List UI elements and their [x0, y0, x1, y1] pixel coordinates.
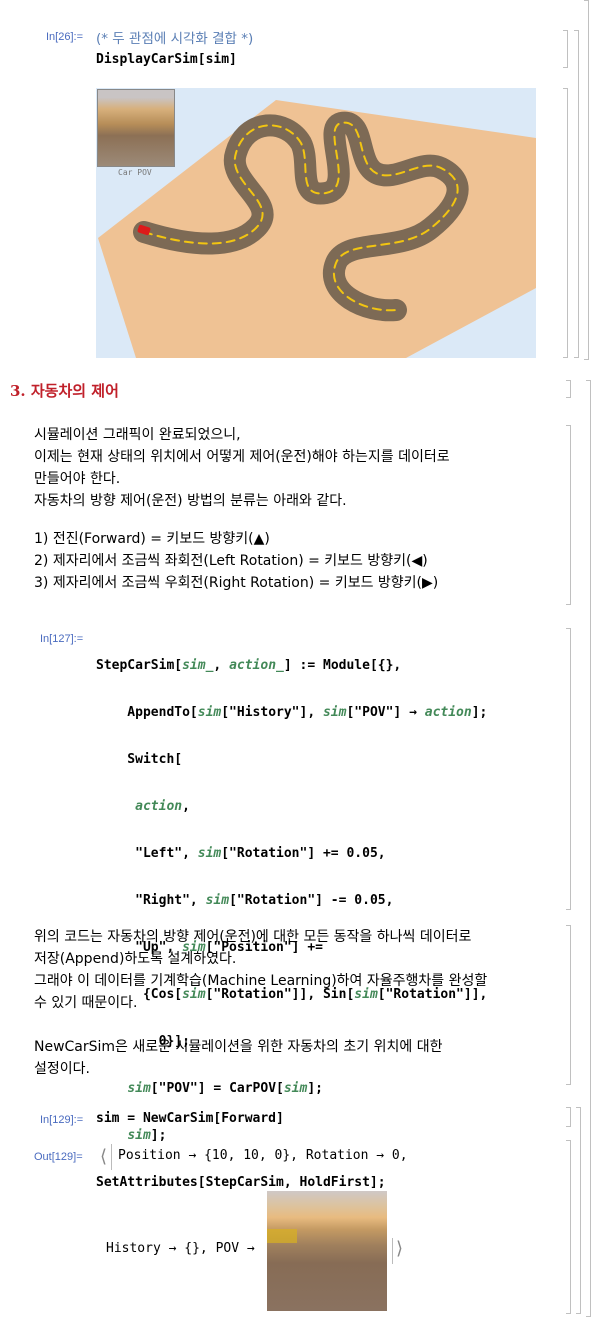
divider	[392, 1238, 393, 1264]
output-label: Out[129]=	[34, 1151, 83, 1163]
code-line: sim];	[127, 1127, 167, 1143]
cell-bracket[interactable]	[563, 88, 568, 358]
code-line: "Left", sim["Rotation"] += 0.05,	[96, 845, 386, 861]
lane-marking	[267, 1229, 297, 1243]
group-bracket[interactable]	[576, 1107, 581, 1314]
output-line[interactable]: Position → {10, 10, 0}, Rotation → 0,	[118, 1148, 408, 1163]
text-line: 시뮬레이션 그래픽이 완료되었으니,	[34, 427, 241, 443]
section-title: 3. 자동차의 제어	[10, 382, 119, 400]
group-bracket[interactable]	[584, 0, 589, 360]
cell-bracket[interactable]	[566, 925, 571, 1085]
code-block[interactable]: StepCarSim[sim_, action_] := Module[{}, …	[96, 630, 487, 1218]
association-close-bracket: ⟩	[396, 1238, 404, 1259]
association-open-bracket: ⟨	[100, 1146, 108, 1167]
text-line: 1) 전진(Forward) = 키보드 방향키(▲)	[34, 531, 270, 547]
group-bracket[interactable]	[574, 30, 579, 358]
cell-bracket[interactable]	[566, 380, 571, 398]
code-comment[interactable]: (* 두 관점에 시각화 결합 *)	[96, 27, 253, 47]
text-paragraph[interactable]: 시뮬레이션 그래픽이 완료되었으니, 이제는 현재 상태의 위치에서 어떻게 제…	[34, 424, 450, 594]
code-line: "Right", sim["Rotation"] -= 0.05,	[96, 892, 394, 908]
input-label: In[26]:=	[46, 31, 84, 43]
group-bracket[interactable]	[586, 380, 591, 1317]
car-sim-graphic[interactable]: Car POV	[96, 88, 536, 358]
cell-bracket[interactable]	[566, 425, 571, 605]
code-line: AppendTo[sim["History"], sim["POV"] → ac…	[96, 704, 488, 720]
text-line: 자동차의 방향 제어(운전) 방법의 분류는 아래와 같다.	[34, 493, 347, 509]
car-pov-thumbnail	[97, 89, 175, 167]
code-line: Switch[	[96, 751, 183, 767]
text-line: 위의 코드는 자동차의 방향 제어(운전)에 대한 모든 동작을 하나씩 데이터…	[34, 929, 472, 945]
cell-bracket[interactable]	[563, 30, 568, 68]
text-line: 저장(Append)하도록 설계하였다.	[34, 951, 237, 967]
text-line: NewCarSim은 새로운 시뮬레이션을 위한 자동차의 초기 위치에 대한	[34, 1039, 443, 1055]
text-line: 2) 제자리에서 조금씩 좌회전(Left Rotation) = 키보드 방향…	[34, 553, 428, 569]
text-line: 3) 제자리에서 조금씩 우회전(Right Rotation) = 키보드 방…	[34, 575, 439, 591]
output-line[interactable]: History → {}, POV →	[106, 1241, 255, 1256]
cell-bracket[interactable]	[566, 1140, 571, 1314]
text-paragraph[interactable]: 위의 코드는 자동차의 방향 제어(운전)에 대한 모든 동작을 하나씩 데이터…	[34, 926, 487, 1080]
code-line: sim["POV"] = CarPOV[sim];	[127, 1080, 323, 1096]
input-label: In[129]:=	[40, 1114, 84, 1126]
text-line: 설정이다.	[34, 1061, 90, 1077]
text-line: 이제는 현재 상태의 위치에서 어떻게 제어(운전)해야 하는지를 데이터로	[34, 449, 450, 465]
pov-image[interactable]	[267, 1191, 387, 1311]
code-line[interactable]: sim = NewCarSim[Forward]	[96, 1111, 284, 1126]
car-pov-label: Car POV	[118, 168, 152, 177]
text-line: 그래야 이 데이터를 기계학습(Machine Learning)하여 자율주행…	[34, 973, 488, 989]
code-line: action,	[135, 798, 190, 814]
cell-bracket[interactable]	[566, 628, 571, 910]
text-line: 만들어야 한다.	[34, 471, 121, 487]
code-line: StepCarSim[sim_, action_] := Module[{},	[96, 657, 402, 673]
divider	[111, 1144, 112, 1170]
cell-bracket[interactable]	[566, 1107, 571, 1127]
input-label: In[127]:=	[40, 633, 84, 645]
text-line: 수 있기 때문이다.	[34, 995, 138, 1011]
code-line[interactable]: DisplayCarSim[sim]	[96, 52, 237, 67]
